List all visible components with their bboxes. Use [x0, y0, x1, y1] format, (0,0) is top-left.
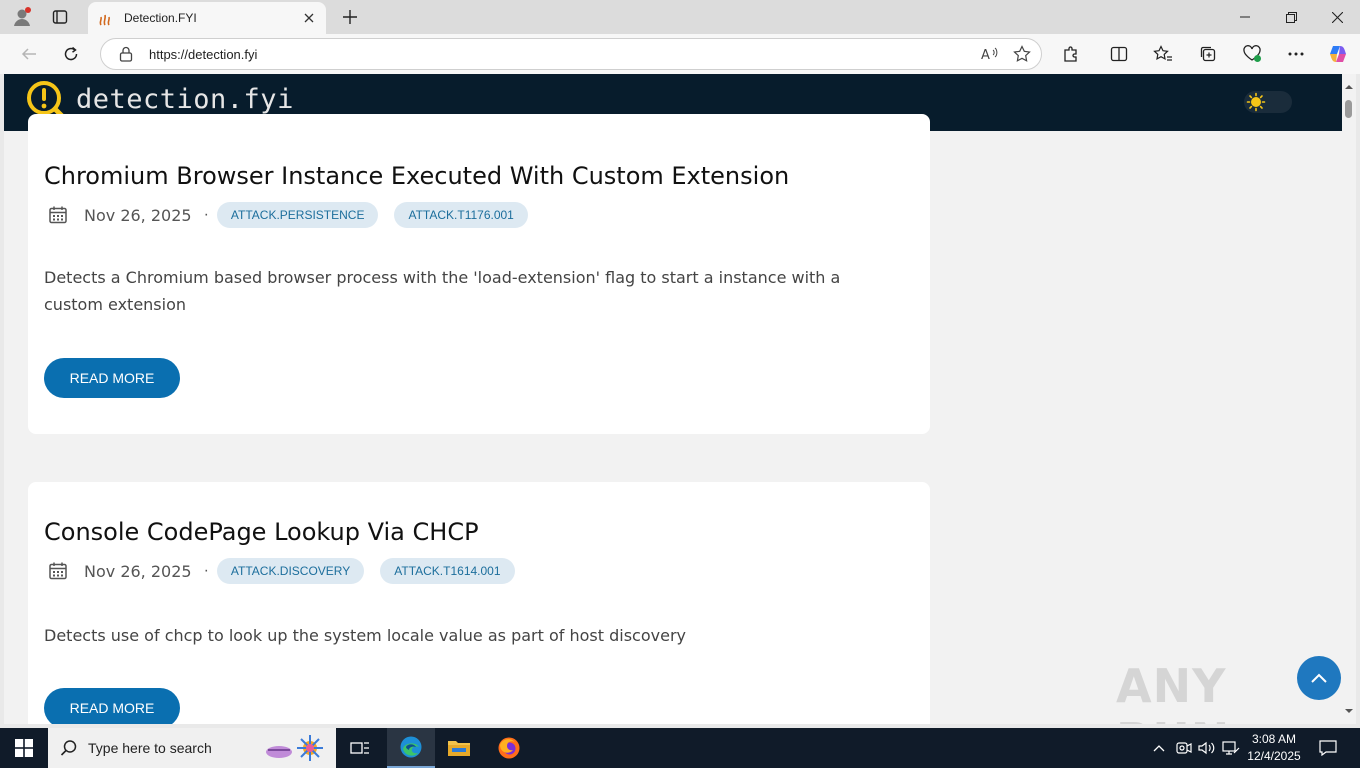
- windows-taskbar: Type here to search 3:08 AM 12/4/2025: [0, 728, 1360, 768]
- back-arrow-icon: [21, 48, 36, 60]
- heartbeat-icon: [1243, 45, 1261, 62]
- reload-icon: [64, 46, 78, 61]
- tag-attack-discovery[interactable]: ATTACK.DISCOVERY: [216, 558, 365, 584]
- url-text[interactable]: https://detection.fyi: [149, 47, 977, 62]
- scroll-down-arrow-icon[interactable]: [1344, 706, 1354, 716]
- read-aloud-icon[interactable]: A: [977, 41, 1003, 67]
- split-screen-button[interactable]: [1104, 40, 1134, 68]
- extensions-button[interactable]: [1056, 40, 1086, 68]
- vertical-scrollbar[interactable]: [1342, 74, 1356, 724]
- chevron-up-icon: [1311, 673, 1327, 683]
- ellipsis-icon: [1288, 52, 1304, 56]
- tab-title: Detection.FYI: [124, 11, 197, 25]
- post-description: Detects use of chcp to look up the syste…: [44, 626, 686, 645]
- browser-tab-active[interactable]: Detection.FYI: [88, 2, 326, 34]
- clock-time: 3:08 AM: [1251, 732, 1297, 746]
- sun-icon: [1246, 92, 1266, 112]
- calendar-icon: [49, 562, 67, 580]
- tag-attack-persistence[interactable]: ATTACK.PERSISTENCE: [216, 202, 379, 228]
- copilot-icon: [1330, 46, 1346, 62]
- notifications-button[interactable]: [1316, 728, 1340, 768]
- restore-icon: [1285, 11, 1297, 23]
- back-to-top-button[interactable]: [1297, 656, 1341, 700]
- post-title[interactable]: Chromium Browser Instance Executed With …: [44, 162, 789, 190]
- address-toolbar: https://detection.fyi A: [0, 34, 1360, 74]
- taskbar-search-box[interactable]: Type here to search: [48, 728, 336, 768]
- search-icon: [60, 740, 77, 756]
- start-button[interactable]: [0, 728, 48, 768]
- show-hidden-icons[interactable]: [1150, 728, 1168, 768]
- restore-button[interactable]: [1268, 0, 1314, 34]
- task-view-button[interactable]: [336, 728, 384, 768]
- tab-actions-icon: [52, 10, 68, 24]
- tab-actions-button[interactable]: [46, 4, 74, 30]
- volume-tray[interactable]: [1196, 728, 1218, 768]
- taskbar-file-explorer[interactable]: [435, 728, 483, 768]
- notification-icon: [1319, 740, 1337, 756]
- tag-attack-t1614-001[interactable]: ATTACK.T1614.001: [380, 558, 515, 584]
- meta-separator: ·: [203, 206, 209, 223]
- camera-icon: [1176, 742, 1192, 754]
- task-view-icon: [350, 742, 369, 754]
- minimize-button[interactable]: [1222, 0, 1268, 34]
- taskbar-firefox[interactable]: [485, 728, 533, 768]
- search-placeholder: Type here to search: [88, 740, 212, 756]
- post-card: Console CodePage Lookup Via CHCP Nov 26,…: [28, 482, 930, 724]
- scroll-up-arrow-icon[interactable]: [1344, 82, 1354, 92]
- post-meta: Nov 26, 2025 · ATTACK.DISCOVERY ATTACK.T…: [48, 557, 531, 585]
- post-date: Nov 26, 2025: [84, 561, 192, 581]
- theme-toggle[interactable]: [1244, 91, 1292, 113]
- close-tab-icon[interactable]: [300, 9, 318, 27]
- browser-essentials-button[interactable]: [1237, 40, 1267, 68]
- taskbar-clock[interactable]: 3:08 AM 12/4/2025: [1238, 731, 1310, 765]
- post-description: Detects a Chromium based browser process…: [44, 268, 841, 314]
- clock-date: 12/4/2025: [1247, 749, 1301, 763]
- calendar-icon: [49, 206, 67, 224]
- firefox-icon: [498, 737, 520, 759]
- profile-button[interactable]: [8, 4, 36, 30]
- profile-icon: [14, 7, 31, 26]
- chevron-up-icon: [1153, 745, 1165, 752]
- windows-logo-icon: [15, 739, 33, 757]
- post-date: Nov 26, 2025: [84, 205, 192, 225]
- puzzle-icon: [1064, 46, 1077, 62]
- edge-icon: [400, 736, 422, 758]
- close-window-button[interactable]: [1314, 0, 1360, 34]
- reload-button[interactable]: [56, 40, 86, 68]
- more-menu-button[interactable]: [1281, 40, 1311, 68]
- post-meta: Nov 26, 2025 · ATTACK.PERSISTENCE ATTACK…: [48, 201, 544, 229]
- post-card: Chromium Browser Instance Executed With …: [28, 114, 930, 434]
- meet-now-tray[interactable]: [1174, 728, 1194, 768]
- meta-separator: ·: [203, 562, 209, 579]
- search-highlight-icon: [266, 735, 323, 761]
- collections-button[interactable]: [1193, 40, 1223, 68]
- favorites-button[interactable]: [1148, 40, 1178, 68]
- favorite-star-icon[interactable]: [1009, 41, 1035, 67]
- split-screen-icon: [1110, 46, 1128, 62]
- lock-icon[interactable]: [117, 45, 135, 63]
- address-bar[interactable]: https://detection.fyi A: [100, 38, 1042, 70]
- post-title[interactable]: Console CodePage Lookup Via CHCP: [44, 518, 479, 546]
- new-tab-button[interactable]: [338, 5, 362, 29]
- flame-favicon-icon: [96, 9, 114, 27]
- minimize-icon: [1240, 16, 1250, 18]
- read-more-button[interactable]: READ MORE: [44, 688, 180, 724]
- read-more-button[interactable]: READ MORE: [44, 358, 180, 398]
- browser-tab-bar: Detection.FYI: [0, 0, 1360, 34]
- collections-icon: [1200, 46, 1216, 62]
- svg-text:A: A: [981, 48, 990, 62]
- folder-icon: [448, 741, 470, 756]
- scrollbar-thumb[interactable]: [1345, 100, 1352, 118]
- tag-attack-t1176-001[interactable]: ATTACK.T1176.001: [394, 202, 528, 228]
- speaker-icon: [1198, 741, 1215, 755]
- taskbar-edge[interactable]: [387, 728, 435, 768]
- site-brand[interactable]: detection.fyi: [76, 84, 294, 115]
- page-viewport: detection.fyi Chromium Browser Instance …: [4, 74, 1342, 724]
- copilot-button[interactable]: [1323, 40, 1353, 68]
- plus-icon: [343, 10, 357, 24]
- close-icon: [1331, 11, 1343, 23]
- back-button[interactable]: [14, 40, 44, 68]
- favorites-list-icon: [1153, 45, 1172, 61]
